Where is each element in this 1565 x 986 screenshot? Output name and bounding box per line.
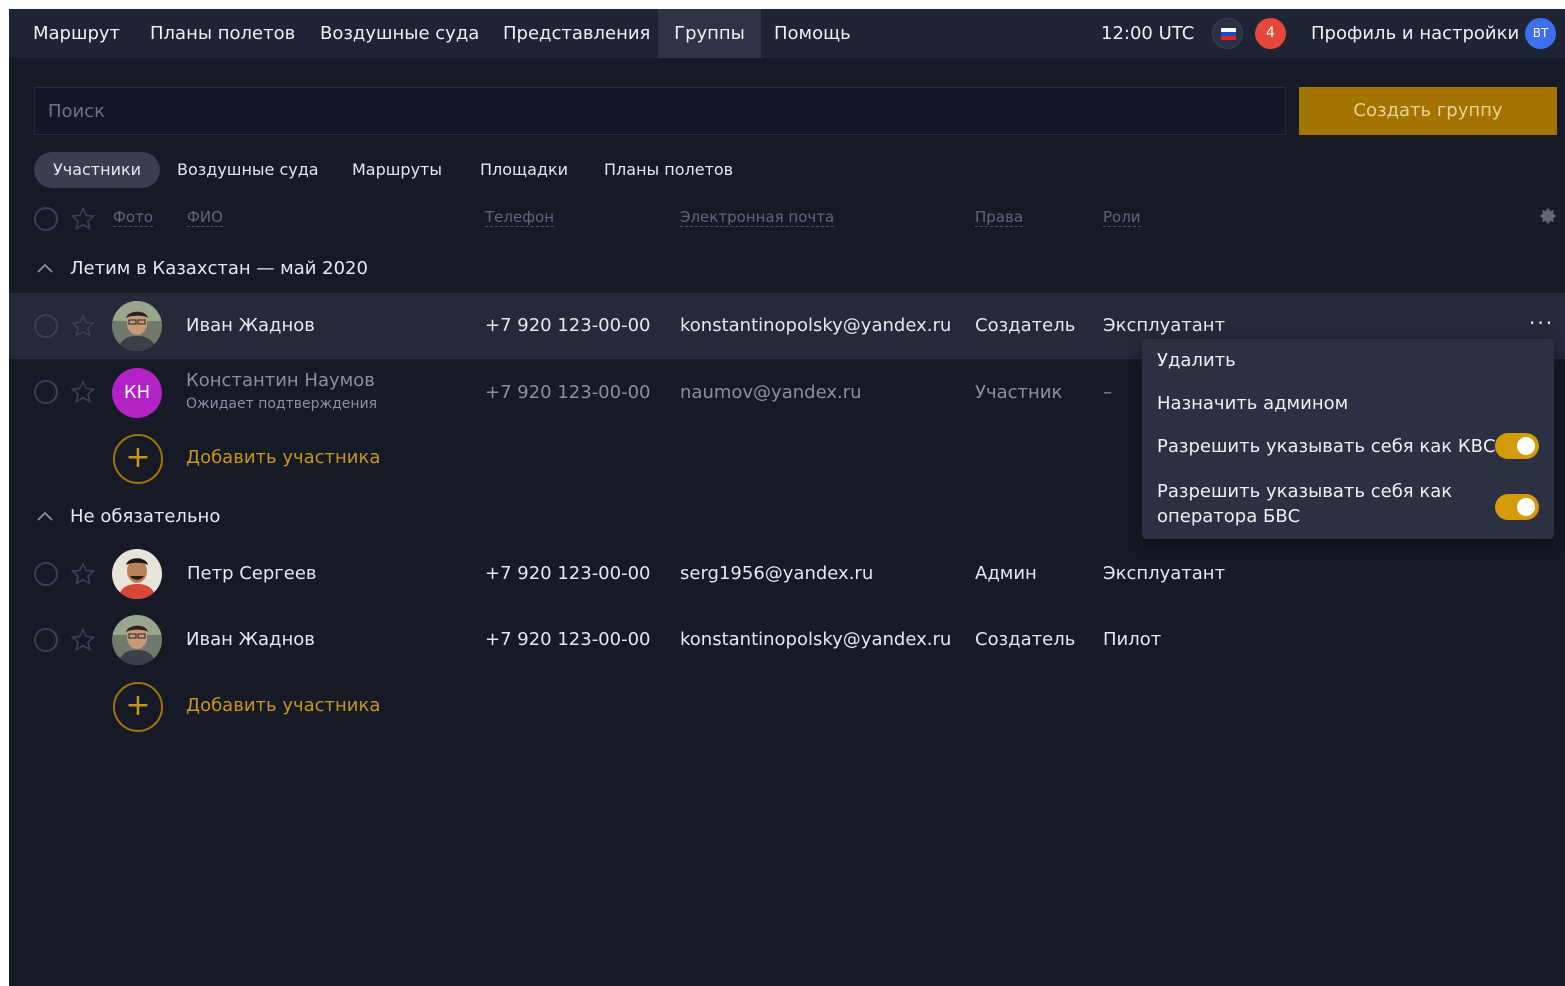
tab-members[interactable]: Участники — [34, 152, 161, 188]
tab-sites[interactable]: Площадки — [461, 152, 587, 188]
add-member-link[interactable]: Добавить участника — [186, 695, 380, 716]
tab-aircraft[interactable]: Воздушные суда — [158, 152, 338, 188]
row-checkbox[interactable] — [34, 628, 58, 652]
member-email: konstantinopolsky@yandex.ru — [680, 629, 952, 650]
member-name: Петр Сергеев — [187, 563, 317, 584]
row-checkbox[interactable] — [34, 562, 58, 586]
avatar: КН — [112, 368, 162, 418]
russian-flag-icon — [1221, 28, 1236, 40]
member-phone: +7 920 123-00-00 — [485, 629, 651, 650]
user-avatar[interactable]: ВТ — [1525, 18, 1556, 49]
nav-help[interactable]: Помощь — [760, 9, 865, 58]
member-role: Пилот — [1103, 629, 1162, 650]
member-name: Иван Жаднов — [186, 629, 315, 650]
tab-routes[interactable]: Маршруты — [333, 152, 461, 188]
gear-icon[interactable] — [1538, 206, 1558, 226]
add-member-link[interactable]: Добавить участника — [186, 447, 380, 468]
member-role: Эксплуатант — [1103, 315, 1226, 336]
allow-operator-toggle[interactable] — [1495, 494, 1539, 520]
star-icon[interactable] — [70, 379, 96, 405]
column-photo[interactable]: Фото — [113, 208, 154, 227]
member-role: Эксплуатант — [1103, 563, 1226, 584]
nav-route[interactable]: Маршрут — [19, 9, 134, 58]
member-rights: Админ — [975, 563, 1037, 584]
allow-pic-toggle[interactable] — [1495, 433, 1539, 459]
table-row[interactable]: Иван Жаднов +7 920 123-00-00 konstantino… — [9, 607, 1565, 673]
search-input[interactable] — [34, 87, 1286, 135]
avatar — [112, 301, 162, 351]
star-icon[interactable] — [70, 561, 96, 587]
column-phone[interactable]: Телефон — [485, 208, 555, 227]
column-roles[interactable]: Роли — [1103, 208, 1141, 227]
menu-make-admin[interactable]: Назначить админом — [1157, 391, 1348, 416]
column-name[interactable]: ФИО — [187, 208, 223, 227]
table-row[interactable]: Петр Сергеев +7 920 123-00-00 serg1956@y… — [9, 541, 1565, 607]
app-window: Маршрут Планы полетов Воздушные суда Пре… — [9, 9, 1565, 986]
create-group-button[interactable]: Создать группу — [1299, 87, 1557, 135]
member-rights: Участник — [975, 382, 1063, 403]
profile-settings-link[interactable]: Профиль и настройки — [1311, 9, 1519, 58]
member-phone: +7 920 123-00-00 — [485, 563, 651, 584]
nav-aircraft[interactable]: Воздушные суда — [306, 9, 493, 58]
star-icon[interactable] — [70, 206, 96, 232]
menu-allow-pic-label: Разрешить указывать себя как КВС — [1157, 436, 1496, 457]
member-email: naumov@yandex.ru — [680, 382, 862, 403]
top-navigation-bar: Маршрут Планы полетов Воздушные суда Пре… — [9, 9, 1565, 58]
chevron-up-icon[interactable] — [35, 259, 55, 279]
column-email[interactable]: Электронная почта — [680, 208, 835, 227]
notifications-badge[interactable]: 4 — [1255, 18, 1286, 49]
member-status: Ожидает подтверждения — [186, 396, 378, 412]
column-rights[interactable]: Права — [975, 208, 1024, 227]
menu-allow-operator-label: Разрешить указывать себя как — [1157, 481, 1453, 502]
member-name: Иван Жаднов — [186, 315, 315, 336]
member-email: serg1956@yandex.ru — [680, 563, 874, 584]
chevron-up-icon[interactable] — [35, 507, 55, 527]
member-phone: +7 920 123-00-00 — [485, 315, 651, 336]
group-title[interactable]: Летим в Казахстан — май 2020 — [70, 258, 368, 279]
member-email: konstantinopolsky@yandex.ru — [680, 315, 952, 336]
star-icon[interactable] — [70, 627, 96, 653]
nav-flight-plans[interactable]: Планы полетов — [136, 9, 309, 58]
language-button[interactable] — [1212, 18, 1243, 49]
nav-groups[interactable]: Группы — [658, 9, 761, 58]
group-title[interactable]: Не обязательно — [70, 506, 220, 527]
menu-allow-operator-label-line2: оператора БВС — [1157, 506, 1301, 527]
row-checkbox[interactable] — [34, 314, 58, 338]
add-member-icon[interactable]: + — [113, 682, 163, 732]
member-phone: +7 920 123-00-00 — [485, 382, 651, 403]
member-rights: Создатель — [975, 629, 1076, 650]
avatar — [112, 615, 162, 665]
member-rights: Создатель — [975, 315, 1076, 336]
context-menu: Удалить Назначить админом Разрешить указ… — [1142, 339, 1554, 539]
menu-delete[interactable]: Удалить — [1157, 348, 1236, 373]
select-all-checkbox[interactable] — [34, 207, 58, 231]
more-options-icon[interactable]: ··· — [1529, 313, 1554, 333]
nav-views[interactable]: Представления — [489, 9, 664, 58]
tab-flight-plans[interactable]: Планы полетов — [585, 152, 752, 188]
avatar — [112, 549, 162, 599]
utc-time: 12:00 UTC — [1101, 23, 1195, 44]
add-member-icon[interactable]: + — [113, 434, 163, 484]
star-icon[interactable] — [70, 313, 96, 339]
member-name: Константин Наумов — [186, 370, 375, 391]
member-role: – — [1103, 382, 1112, 403]
row-checkbox[interactable] — [34, 380, 58, 404]
